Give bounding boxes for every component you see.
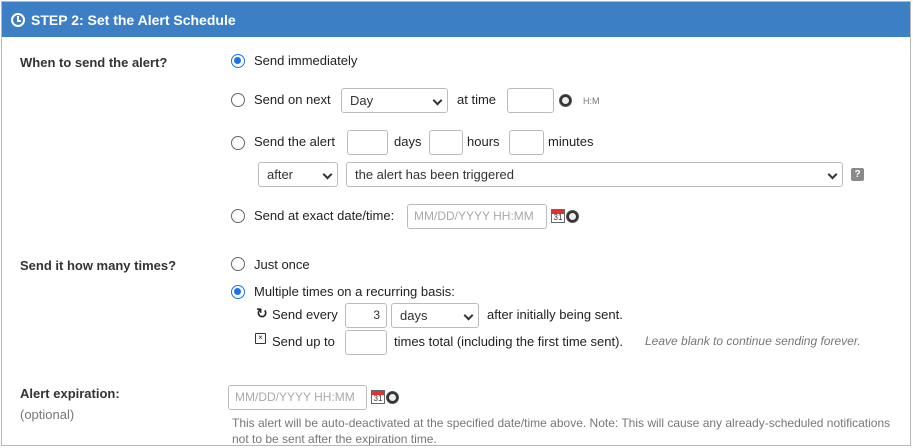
send-exact-label[interactable]: Send at exact date/time: (254, 208, 394, 223)
chevron-down-icon (827, 169, 838, 180)
when-to-send-label: When to send the alert? (20, 55, 168, 70)
repeat-icon: ↻ (256, 305, 268, 321)
time-picker-icon[interactable] (566, 210, 579, 223)
days-input[interactable] (347, 130, 388, 155)
expiration-datetime-input[interactable]: MM/DD/YYYY HH:MM (228, 385, 367, 410)
clock-icon (11, 12, 25, 27)
send-every-input[interactable]: 3 (345, 303, 387, 328)
send-exact-radio[interactable] (231, 209, 245, 223)
send-on-next-label[interactable]: Send on next (254, 92, 331, 107)
send-every-label: Send every (272, 307, 338, 322)
chevron-down-icon (322, 169, 333, 180)
multiple-times-label[interactable]: Multiple times on a recurring basis: (254, 284, 455, 299)
send-on-next-radio[interactable] (231, 93, 245, 107)
day-select[interactable]: Day (341, 88, 448, 113)
minutes-input[interactable] (509, 130, 544, 155)
every-unit-value: days (400, 308, 428, 323)
every-unit-select[interactable]: days (391, 303, 479, 328)
calendar-icon[interactable]: 31 (371, 390, 385, 404)
help-icon[interactable]: ? (851, 168, 864, 181)
at-time-label: at time (457, 92, 497, 107)
time-picker-icon[interactable] (386, 391, 399, 404)
alert-schedule-panel: STEP 2: Set the Alert Schedule When to s… (1, 1, 911, 446)
just-once-label[interactable]: Just once (254, 257, 310, 272)
minutes-label: minutes (548, 134, 594, 149)
trigger-select-value: the alert has been triggered (355, 167, 514, 182)
calendar-day: 31 (553, 213, 563, 222)
send-up-to-input[interactable] (345, 330, 387, 355)
after-select[interactable]: after (258, 162, 338, 187)
send-immediately-radio[interactable] (231, 54, 245, 68)
time-input[interactable] (507, 88, 554, 113)
chevron-down-icon (463, 310, 474, 321)
after-select-value: after (267, 167, 294, 182)
calendar-day: 31 (373, 394, 383, 403)
calendar-icon[interactable]: 31 (551, 209, 565, 223)
expiration-note: This alert will be auto-deactivated at t… (232, 416, 891, 446)
time-picker-icon[interactable] (559, 94, 572, 107)
send-the-alert-label[interactable]: Send the alert (254, 134, 335, 149)
hours-label: hours (467, 134, 500, 149)
leave-blank-hint: Leave blank to continue sending forever. (645, 334, 861, 348)
multiple-times-radio[interactable] (231, 285, 245, 299)
trigger-select[interactable]: the alert has been triggered (346, 162, 843, 187)
send-the-alert-radio[interactable] (231, 136, 245, 150)
how-many-times-label: Send it how many times? (20, 258, 177, 273)
exact-datetime-input[interactable]: MM/DD/YYYY HH:MM (407, 204, 547, 229)
hm-hint: H:M (583, 96, 600, 106)
calendar-x-icon: × (255, 333, 266, 344)
optional-label: (optional) (20, 407, 75, 422)
hours-input[interactable] (429, 130, 463, 155)
days-label: days (394, 134, 422, 149)
send-up-to-label: Send up to (272, 334, 335, 349)
step-header: STEP 2: Set the Alert Schedule (2, 2, 910, 37)
chevron-down-icon (432, 95, 443, 106)
after-initial-label: after initially being sent. (487, 307, 623, 322)
alert-expiration-label: Alert expiration: (20, 386, 120, 401)
just-once-radio[interactable] (231, 257, 245, 271)
send-immediately-label[interactable]: Send immediately (254, 53, 357, 68)
step-title: STEP 2: Set the Alert Schedule (31, 11, 236, 28)
times-total-label: times total (including the first time se… (394, 334, 624, 349)
day-select-value: Day (350, 93, 374, 108)
